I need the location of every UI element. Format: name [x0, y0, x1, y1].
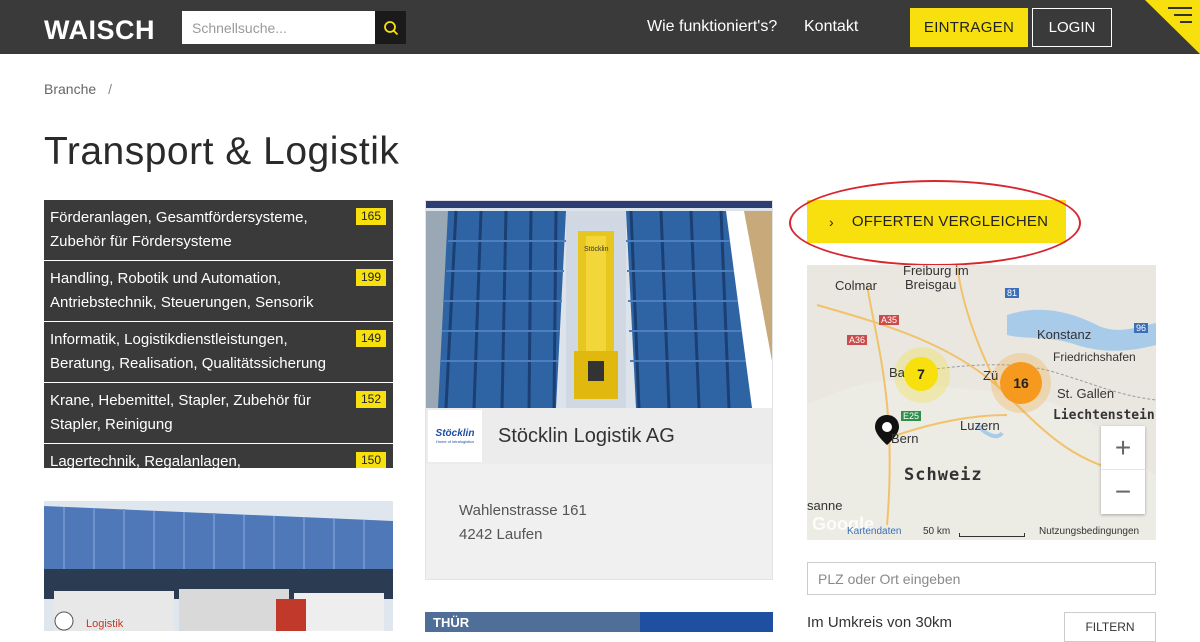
- truck-branding-text: Logistik: [86, 618, 124, 630]
- search-icon: [383, 20, 398, 35]
- compare-offers-label: OFFERTEN VERGLEICHEN: [851, 213, 1049, 230]
- map-label-liechtenstein: Liechtenstein: [1053, 408, 1155, 423]
- map-label-bern: Bern: [891, 431, 919, 446]
- category-count-badge: 199: [355, 269, 386, 286]
- category-label: Informatik, Logistikdienstleistungen, Be…: [50, 331, 326, 372]
- road-label-a35: A35: [879, 315, 900, 325]
- road-label-81: 81: [1005, 288, 1020, 298]
- map-label-breisgau: Breisgau: [905, 277, 957, 292]
- company-card-image: Stöcklin: [426, 201, 772, 408]
- register-button[interactable]: EINTRAGEN: [910, 8, 1028, 47]
- map-scale: 50 km: [923, 526, 951, 537]
- category-label: Lagertechnik, Regalanlagen,: [50, 453, 241, 468]
- login-button[interactable]: LOGIN: [1032, 8, 1112, 47]
- location-input[interactable]: [807, 562, 1156, 595]
- menu-corner-icon[interactable]: [1140, 0, 1200, 54]
- nav-link-how-it-works[interactable]: Wie funktioniert's?: [647, 18, 777, 36]
- breadcrumb: Branche /: [44, 81, 112, 97]
- map-label-friedrichshafen: Friedrichshafen: [1053, 350, 1136, 364]
- map-label-lausanne: sanne: [807, 498, 843, 513]
- map-label-colmar: Colmar: [835, 278, 877, 293]
- warehouse-rack-image: Stöcklin: [426, 201, 772, 408]
- rack-crane-label: Stöcklin: [584, 246, 609, 253]
- search-button[interactable]: [375, 11, 406, 44]
- zoom-out-button[interactable]: −: [1101, 470, 1145, 514]
- map-zoom-control: + −: [1101, 426, 1145, 514]
- category-item[interactable]: Informatik, Logistikdienstleistungen, Be…: [44, 322, 393, 383]
- search-input[interactable]: [182, 11, 375, 44]
- company-card-2-sign: THÜR: [433, 615, 470, 630]
- breadcrumb-separator: /: [108, 81, 113, 97]
- road-label-96: 96: [1134, 323, 1149, 333]
- category-count-badge: 165: [355, 208, 386, 225]
- map-data-link[interactable]: Kartendaten: [847, 526, 902, 537]
- address-street: Wahlenstrasse 161: [459, 502, 587, 519]
- company-address: Wahlenstrasse 161 4242 Laufen: [459, 499, 587, 547]
- company-card-2-image: THÜR: [425, 612, 773, 632]
- category-count-badge: 152: [355, 391, 386, 408]
- company-logo-bar: Stöcklin Home of intralogistics Stöcklin…: [426, 408, 772, 464]
- site-logo[interactable]: WAISCH: [44, 15, 155, 46]
- page-title: Transport & Logistik: [44, 130, 400, 173]
- category-count-badge: 150: [355, 452, 386, 468]
- map-scale-bar: [959, 533, 1025, 537]
- breadcrumb-item-branche[interactable]: Branche: [44, 81, 96, 97]
- nav-link-contact[interactable]: Kontakt: [804, 18, 858, 36]
- filter-button[interactable]: FILTERN: [1064, 612, 1156, 642]
- category-list: Förderanlagen, Gesamtfördersysteme, Zube…: [44, 200, 393, 468]
- map-label-luzern: Luzern: [960, 418, 1000, 433]
- company-card-image-trucks[interactable]: Logistik: [44, 501, 393, 631]
- map-label-zurich: Zü: [983, 368, 999, 383]
- warehouse-trucks-image: Logistik: [44, 501, 393, 631]
- category-item[interactable]: Handling, Robotik und Automation, Antrie…: [44, 261, 393, 322]
- map-label-stgallen: St. Gallen: [1057, 386, 1115, 401]
- map-terms-link[interactable]: Nutzungsbedingungen: [1039, 526, 1139, 537]
- map[interactable]: Freiburg im Breisgau Colmar Konstanz Fri…: [807, 265, 1156, 540]
- map-label-konstanz: Konstanz: [1037, 327, 1092, 342]
- map-label-basel: Ba: [889, 365, 905, 380]
- company-card-2[interactable]: THÜR: [425, 612, 773, 632]
- road-label-a36: A36: [847, 335, 868, 345]
- zoom-in-button[interactable]: +: [1101, 426, 1145, 470]
- company-logo-subtext: Home of intralogistics: [435, 439, 475, 444]
- category-label: Handling, Robotik und Automation, Antrie…: [50, 270, 314, 311]
- company-logo-text: Stöcklin: [435, 428, 475, 439]
- top-navigation-bar: WAISCH Wie funktioniert's? Kontakt EINTR…: [0, 0, 1200, 54]
- address-city: 4242 Laufen: [459, 526, 543, 543]
- category-label: Förderanlagen, Gesamtfördersysteme, Zube…: [50, 209, 308, 250]
- road-label-e25: E25: [901, 411, 922, 421]
- category-item[interactable]: Lagertechnik, Regalanlagen, 150: [44, 444, 393, 468]
- company-card[interactable]: Stöcklin Stöcklin Home of intralogistics…: [425, 200, 773, 580]
- company-logo: Stöcklin Home of intralogistics: [428, 410, 482, 462]
- map-cluster-marker[interactable]: 7: [904, 357, 938, 391]
- company-name[interactable]: Stöcklin Logistik AG: [498, 425, 675, 448]
- map-label-schweiz: Schweiz: [904, 465, 983, 485]
- category-label: Krane, Hebemittel, Stapler, Zubehör für …: [50, 392, 311, 433]
- compare-offers-button[interactable]: › OFFERTEN VERGLEICHEN: [807, 200, 1066, 243]
- radius-label[interactable]: Im Umkreis von 30km: [807, 614, 952, 631]
- category-count-badge: 149: [355, 330, 386, 347]
- map-footer: Google Kartendaten 50 km Nutzungsbedingu…: [807, 514, 1156, 540]
- category-item[interactable]: Förderanlagen, Gesamtfördersysteme, Zube…: [44, 200, 393, 261]
- map-cluster-marker[interactable]: 16: [1000, 362, 1042, 404]
- category-item[interactable]: Krane, Hebemittel, Stapler, Zubehör für …: [44, 383, 393, 444]
- quick-search: [182, 11, 406, 44]
- chevron-right-icon: ›: [829, 213, 834, 230]
